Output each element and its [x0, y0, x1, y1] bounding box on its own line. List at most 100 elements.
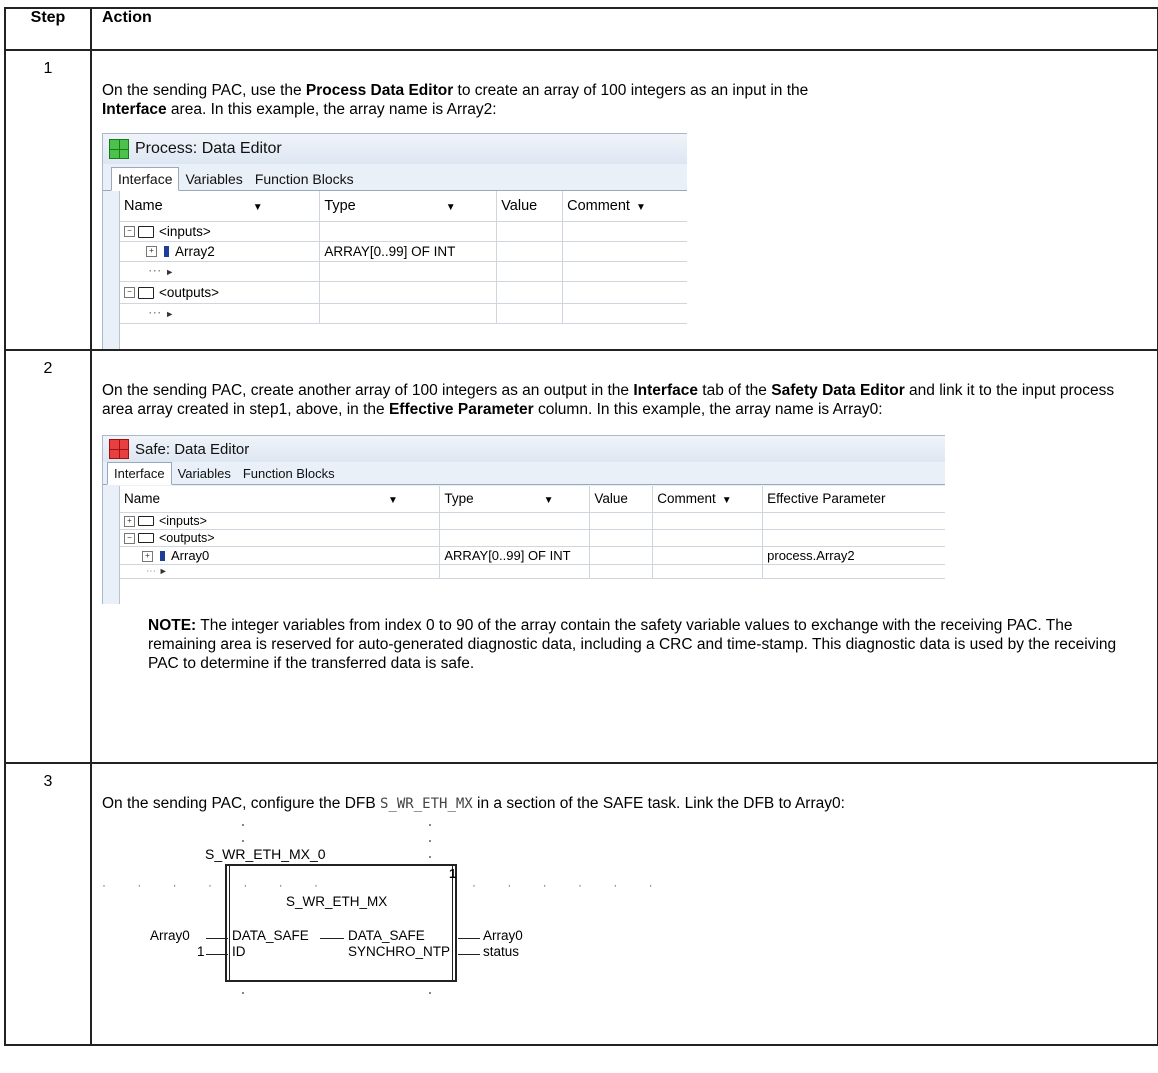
output-pin: DATA_SAFE [348, 928, 425, 943]
tab-interface[interactable]: Interface [111, 167, 180, 191]
expand-icon[interactable]: + [146, 246, 157, 258]
step-text: On the sending PAC, configure the DFB S_… [102, 795, 845, 812]
dotted-guide: · · · · · · · [102, 878, 332, 892]
grid-header-row: Name ▼ Type ▼ Value Comment ▼ [120, 191, 687, 222]
dotted-guide: · · · · · · [472, 878, 667, 892]
folder-icon [138, 225, 154, 238]
column-type-header[interactable]: Type ▼ [319, 191, 498, 222]
process-editor-icon [109, 139, 129, 159]
window-titlebar: Safe: Data Editor [103, 436, 945, 462]
filter-arrow-icon[interactable]: ▼ [446, 202, 456, 213]
editor-tabs: Interface Variables Function Blocks [103, 164, 687, 191]
table-row[interactable]: ⋯ ► [120, 303, 687, 324]
step-number: 3 [4, 762, 92, 1046]
step-text: On the sending PAC, create another array… [102, 382, 1115, 418]
table-row[interactable]: + <inputs> [120, 512, 945, 530]
note-paragraph: NOTE: The integer variables from index 0… [148, 617, 1117, 672]
row-name: <outputs> [159, 530, 215, 545]
dfb-block-number: 1 [449, 866, 457, 881]
row-name: Array2 [175, 243, 215, 259]
row-name: <inputs> [159, 223, 211, 239]
column-comment-header[interactable]: Comment ▼ [562, 191, 687, 222]
table-row[interactable]: − <outputs> [120, 529, 945, 547]
safe-editor-icon [109, 439, 129, 459]
table-row[interactable]: + Array0 ARRAY[0..99] OF INT process.Arra… [120, 546, 945, 565]
row-name: <inputs> [159, 513, 207, 528]
table-row[interactable]: − <inputs> [120, 221, 687, 242]
column-type-header[interactable]: Type ▼ [439, 486, 591, 513]
row-name: <outputs> [159, 284, 220, 300]
table-row[interactable]: + Array2 ARRAY[0..99] OF INT [120, 241, 687, 262]
table-header-row: Step Action [4, 7, 1158, 51]
grid-header-row: Name ▼ Type ▼ Value Comment ▼ Effective Par… [120, 486, 945, 513]
window-titlebar: Process: Data Editor [103, 134, 687, 164]
filter-arrow-icon[interactable]: ▼ [388, 495, 398, 506]
new-row-pointer-icon: ► [165, 309, 175, 319]
process-data-editor-window: Process: Data Editor Interface Variables… [102, 133, 687, 349]
table-row[interactable]: − <outputs> [120, 281, 687, 304]
step-action: On the sending PAC, create another array… [90, 349, 1158, 764]
collapse-icon[interactable]: − [124, 532, 135, 544]
dfb-instance-name[interactable]: S_WR_ETH_MX_0 [205, 846, 326, 862]
column-name-header[interactable]: Name ▼ [120, 191, 321, 222]
expand-icon[interactable]: + [142, 550, 153, 562]
dfb-type-name: S_WR_ETH_MX [286, 894, 388, 909]
tab-function-blocks[interactable]: Function Blocks [237, 463, 341, 484]
column-value-header[interactable]: Value [496, 191, 564, 222]
filter-arrow-icon[interactable]: ▼ [722, 495, 732, 506]
procedure-table: Step Action 1 On the sending PAC, use th… [4, 7, 1158, 1046]
folder-icon [138, 516, 154, 527]
step-text: On the sending PAC, use the Process Data… [102, 82, 809, 118]
variable-icon [164, 246, 169, 258]
tab-variables[interactable]: Variables [179, 168, 248, 190]
window-title: Process: Data Editor [135, 140, 282, 157]
table-row[interactable]: ⋯ ► [120, 564, 945, 579]
output-variable[interactable]: status [483, 944, 519, 959]
table-row: 1 On the sending PAC, use the Process Da… [4, 49, 1158, 351]
row-type: ARRAY[0..99] OF INT [319, 241, 498, 262]
window-title: Safe: Data Editor [135, 440, 250, 458]
dfb-code-name: S_WR_ETH_MX [380, 796, 473, 812]
note-label: NOTE: [148, 617, 197, 634]
expand-icon[interactable]: + [124, 515, 135, 527]
row-type: ARRAY[0..99] OF INT [439, 546, 591, 565]
row-name: Array0 [171, 547, 210, 563]
dfb-diagram: S_WR_ETH_MX_0 1 S_WR_ETH_MX · · · · · · … [102, 814, 1149, 1044]
input-variable[interactable]: 1 [197, 944, 205, 959]
row-type [319, 221, 498, 242]
safe-data-editor-window: Safe: Data Editor Interface Variables Fu… [102, 435, 945, 604]
tab-interface[interactable]: Interface [107, 462, 172, 485]
input-pin: DATA_SAFE [232, 928, 309, 943]
editor-tabs: Interface Variables Function Blocks [103, 462, 945, 485]
step-action: On the sending PAC, configure the DFB S_… [90, 762, 1158, 1046]
step-number: 2 [4, 349, 92, 764]
collapse-icon[interactable]: − [124, 287, 135, 299]
column-effective-parameter-header[interactable]: Effective Parameter [762, 486, 945, 513]
filter-arrow-icon[interactable]: ▼ [253, 202, 263, 213]
filter-arrow-icon[interactable]: ▼ [544, 495, 554, 506]
table-row[interactable]: ⋯ ► [120, 261, 687, 282]
folder-icon [138, 286, 154, 299]
tab-function-blocks[interactable]: Function Blocks [249, 168, 360, 190]
variables-grid: Name ▼ Type ▼ Value Comment ▼ − <inputs> + Ar… [119, 191, 687, 349]
new-row-pointer-icon: ► [158, 565, 168, 576]
column-value-header[interactable]: Value [589, 486, 654, 513]
step-column-header: Step [4, 7, 92, 51]
new-row-pointer-icon: ► [165, 267, 175, 277]
collapse-icon[interactable]: − [124, 226, 135, 238]
step-number: 1 [4, 49, 92, 351]
step-action: On the sending PAC, use the Process Data… [90, 49, 1158, 351]
tab-variables[interactable]: Variables [172, 463, 237, 484]
table-row: 2 On the sending PAC, create another arr… [4, 349, 1158, 764]
row-effective-parameter[interactable]: process.Array2 [762, 546, 945, 565]
action-column-header: Action [90, 7, 1158, 51]
variable-icon [160, 551, 165, 562]
column-comment-header[interactable]: Comment ▼ [652, 486, 764, 513]
filter-arrow-icon[interactable]: ▼ [636, 202, 646, 213]
output-variable[interactable]: Array0 [483, 928, 523, 943]
folder-icon [138, 533, 154, 544]
column-name-header[interactable]: Name ▼ [120, 486, 441, 513]
input-variable[interactable]: Array0 [150, 928, 190, 943]
input-pin: ID [232, 944, 246, 959]
table-row: 3 On the sending PAC, configure the DFB … [4, 762, 1158, 1046]
